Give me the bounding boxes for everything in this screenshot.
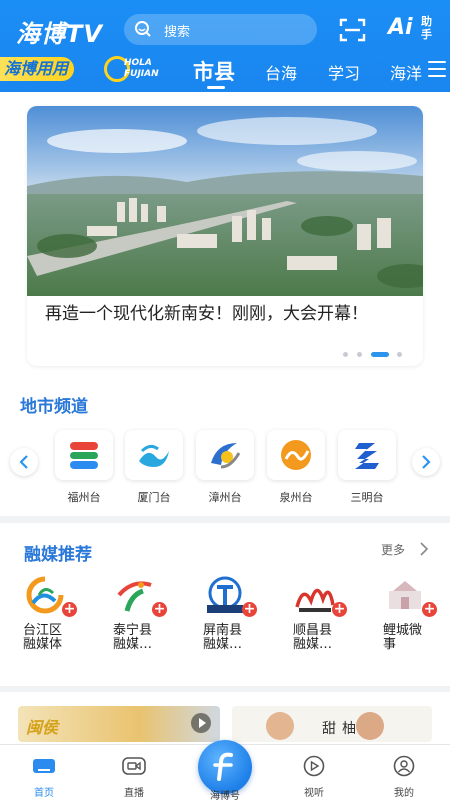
tab-xuexi[interactable]: 学习 <box>328 60 360 84</box>
assistant-button[interactable]: Ai 助手 <box>388 15 440 45</box>
fuzhou-tv-logo-icon <box>70 442 98 469</box>
media-item-pingnan[interactable]: + 屏南县 融媒… <box>203 575 267 652</box>
nav-label: 我的 <box>394 788 414 799</box>
home-icon <box>33 759 55 773</box>
haibohao-logo-icon <box>213 752 233 781</box>
hola-fujian-logo[interactable]: HOLA FUJIAN <box>104 54 168 84</box>
pingnan-media-logo-icon <box>207 576 243 613</box>
search-placeholder: 搜索 <box>164 25 191 40</box>
user-icon <box>393 755 415 777</box>
licheng-media-logo-icon <box>389 581 421 609</box>
app-logo[interactable]: 海博TV <box>16 14 103 49</box>
video-thumbnail-tianyou[interactable]: 甜柚 <box>232 706 432 742</box>
taining-media-logo-icon <box>117 581 152 612</box>
media-name: 泰宁县 融媒… <box>113 623 153 652</box>
assistant-ai-label: Ai <box>388 15 413 40</box>
channel-label: 福州台 <box>67 491 101 504</box>
add-icon[interactable]: + <box>422 602 437 617</box>
fujian-text: FUJIAN <box>124 69 159 79</box>
taijiang-media-logo-icon <box>26 576 64 614</box>
add-icon[interactable]: + <box>62 602 77 617</box>
quanzhou-tv-logo-icon <box>281 440 311 470</box>
search-input[interactable]: 搜索 <box>124 14 317 45</box>
channel-tabs: 海博用用 HOLA FUJIAN 市县 台海 学习 海洋 <box>0 52 450 92</box>
media-name: 鲤城微事 <box>383 623 423 652</box>
media-item-taining[interactable]: + 泰宁县 融媒… <box>113 575 177 652</box>
nav-home[interactable]: 首页 <box>14 755 74 799</box>
channel-zhangzhou[interactable]: 漳州台 <box>195 430 255 505</box>
play-icon[interactable] <box>190 712 212 734</box>
hola-text: HOLA <box>124 58 152 68</box>
add-icon[interactable]: + <box>332 602 347 617</box>
video-thumbnail-minhou[interactable]: 闽侯 <box>18 706 220 742</box>
carousel-dot[interactable] <box>357 352 362 357</box>
menu-icon[interactable] <box>428 61 446 77</box>
shunchang-media-logo-icon <box>295 588 335 612</box>
channel-label: 三明台 <box>350 491 384 504</box>
nav-haibohao-button[interactable] <box>198 740 252 794</box>
media-name: 台江区 融媒体 <box>23 623 63 652</box>
add-icon[interactable]: + <box>152 602 167 617</box>
nav-profile[interactable]: 我的 <box>374 755 434 799</box>
add-icon[interactable]: + <box>242 602 257 617</box>
carousel-dot[interactable] <box>343 352 348 357</box>
channel-label: 泉州台 <box>279 491 313 504</box>
channel-quanzhou[interactable]: 泉州台 <box>266 430 326 505</box>
city-channels-title: 地市频道 <box>20 397 88 417</box>
media-item-taijiang[interactable]: + 台江区 融媒体 <box>23 575 87 652</box>
sanming-tv-logo-icon <box>355 443 379 469</box>
search-icon <box>135 21 151 37</box>
thumbnail-title: 闽侯 <box>26 718 59 737</box>
assistant-label: 助手 <box>421 15 432 41</box>
top-bar: 海博TV 搜索 Ai 助手 <box>0 10 450 50</box>
tab-shixian[interactable]: 市县 <box>193 56 235 86</box>
play-circle-icon <box>303 755 325 777</box>
chevron-right-icon <box>422 455 431 469</box>
person-photo <box>356 712 384 740</box>
tab-haiboyongyong[interactable]: 海博用用 <box>0 57 75 81</box>
app-header: 海博TV 搜索 Ai 助手 海博用用 HOLA FUJIAN 市县 台海 学习 … <box>0 0 450 92</box>
channel-label: 漳州台 <box>208 491 242 504</box>
live-camera-icon <box>122 757 146 775</box>
chevron-left-icon <box>19 455 28 469</box>
banner-card[interactable]: 再造一个现代化新南安！刚刚，大会开幕！ <box>27 106 423 366</box>
channel-label: 厦门台 <box>137 491 171 504</box>
nav-label: 首页 <box>34 788 54 799</box>
media-name: 屏南县 融媒… <box>203 623 243 652</box>
more-link[interactable]: 更多 <box>381 541 405 558</box>
channels-prev-button[interactable] <box>10 448 38 476</box>
carousel-dot[interactable] <box>397 352 402 357</box>
nav-live[interactable]: 直播 <box>104 755 164 799</box>
xiamen-tv-logo-icon <box>139 444 169 467</box>
nav-label: 海博号 <box>210 791 240 800</box>
chevron-right-icon[interactable] <box>419 542 429 556</box>
scan-icon[interactable] <box>339 18 366 42</box>
channel-xiamen[interactable]: 厦门台 <box>124 430 184 505</box>
media-name: 顺昌县 融媒… <box>293 623 333 652</box>
channel-sanming[interactable]: 三明台 <box>337 430 397 505</box>
tab-haiyang[interactable]: 海洋 <box>390 60 422 84</box>
carousel-dot-active[interactable] <box>371 352 389 357</box>
nav-label: 直播 <box>124 788 144 799</box>
banner-title[interactable]: 再造一个现代化新南安！刚刚，大会开幕！ <box>45 304 405 324</box>
nav-label: 视听 <box>304 788 324 799</box>
city-aerial-image <box>27 106 423 296</box>
zhangzhou-tv-logo-icon <box>211 443 241 469</box>
media-title: 融媒推荐 <box>24 545 92 565</box>
person-photo <box>266 712 294 740</box>
media-item-licheng[interactable]: + 鲤城微事 <box>383 575 447 652</box>
tab-taihai[interactable]: 台海 <box>265 60 297 84</box>
media-item-shunchang[interactable]: + 顺昌县 融媒… <box>293 575 357 652</box>
active-tab-indicator <box>207 86 225 89</box>
channels-next-button[interactable] <box>412 448 440 476</box>
channel-fuzhou[interactable]: 福州台 <box>54 430 114 505</box>
nav-media[interactable]: 视听 <box>284 755 344 799</box>
